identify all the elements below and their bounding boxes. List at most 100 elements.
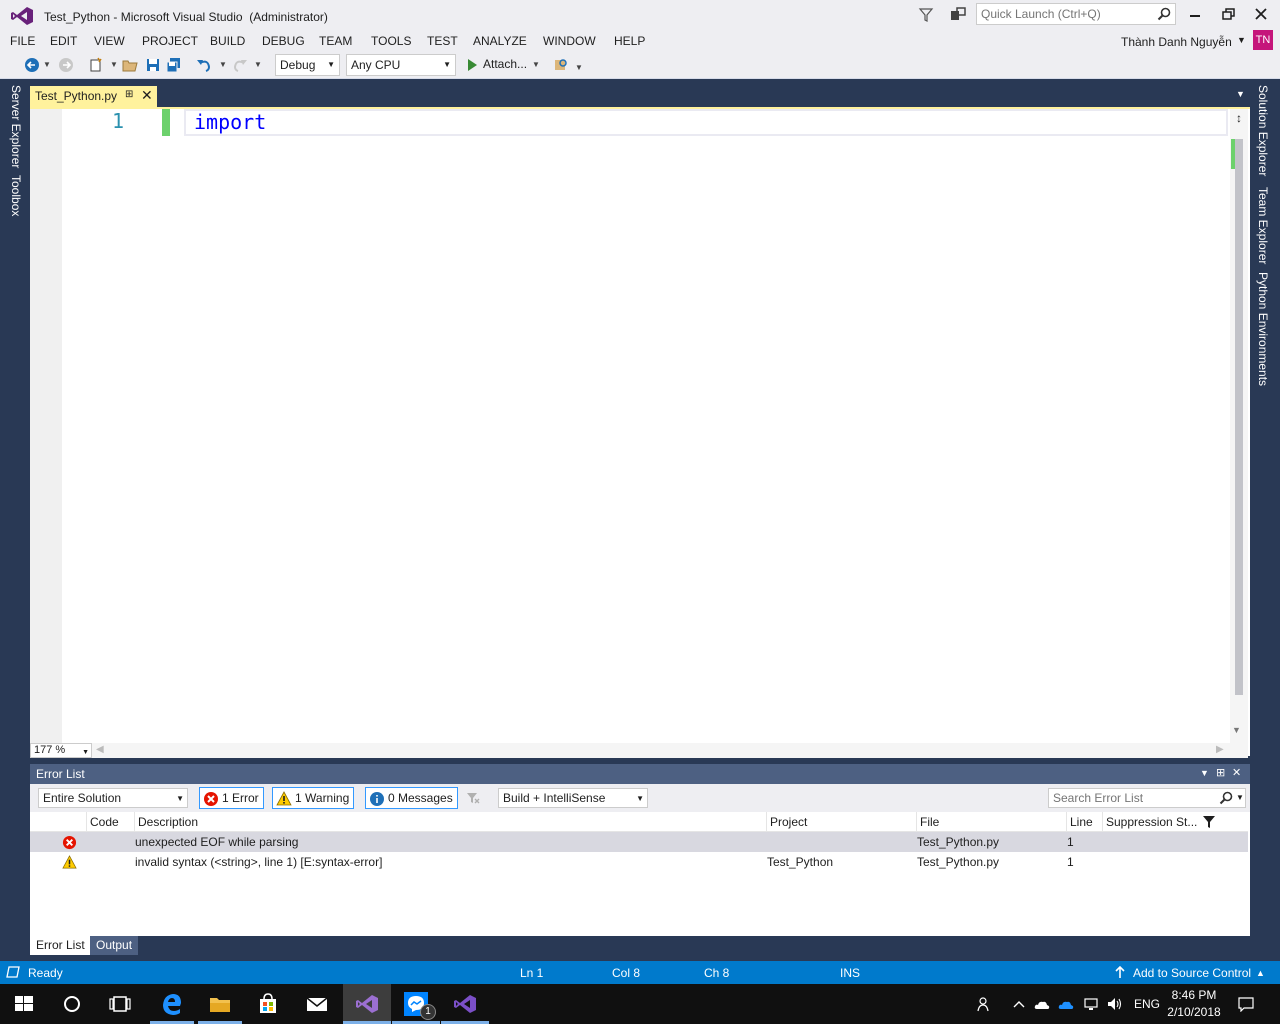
onedrive-business-icon[interactable] (1058, 996, 1074, 1012)
attach-button[interactable]: Attach... (483, 57, 527, 71)
file-explorer-icon[interactable] (208, 992, 232, 1016)
solution-platform-select[interactable]: Any CPU ▼ (346, 54, 456, 76)
navigate-forward-icon[interactable] (58, 57, 74, 73)
cortana-search-icon[interactable] (60, 992, 84, 1016)
start-play-icon[interactable] (464, 57, 480, 73)
visual-studio-icon[interactable] (453, 992, 477, 1016)
onedrive-icon[interactable] (1034, 996, 1050, 1012)
feedback-icon[interactable] (949, 6, 967, 24)
error-list-search-input[interactable] (1049, 789, 1209, 807)
undo-icon[interactable] (196, 57, 212, 73)
new-project-icon[interactable] (88, 57, 104, 73)
python-environments-tab[interactable]: Python Environments (1256, 272, 1270, 386)
clear-filter-icon[interactable] (466, 791, 480, 805)
solution-configuration-select[interactable]: Debug ▼ (275, 54, 340, 76)
find-in-files-icon[interactable] (553, 57, 569, 73)
task-view-icon[interactable] (108, 992, 132, 1016)
column-description[interactable]: Description (134, 812, 766, 832)
avatar[interactable]: TN (1253, 30, 1273, 50)
tab-error-list[interactable]: Error List (30, 936, 91, 955)
toolbar-overflow-icon[interactable]: ▼ (575, 63, 583, 72)
close-icon[interactable] (1252, 6, 1270, 22)
server-explorer-tab[interactable]: Server Explorer (9, 85, 23, 168)
column-code[interactable]: Code (86, 812, 134, 832)
restore-icon[interactable] (1220, 6, 1238, 22)
clock-time[interactable]: 8:46 PM (1166, 988, 1222, 1002)
menu-file[interactable]: FILE (10, 34, 35, 48)
chevron-down-icon[interactable]: ▼ (532, 60, 540, 69)
search-icon[interactable] (1219, 791, 1233, 805)
search-icon[interactable] (1157, 7, 1171, 21)
menu-tools[interactable]: TOOLS (371, 34, 411, 48)
chevron-down-icon[interactable]: ▼ (1236, 793, 1244, 802)
horizontal-scrollbar[interactable]: 177 % ▼ ◀ ▶ (30, 743, 1248, 758)
menu-project[interactable]: PROJECT (142, 34, 198, 48)
solution-explorer-tab[interactable]: Solution Explorer (1256, 85, 1270, 176)
menu-view[interactable]: VIEW (94, 34, 125, 48)
messages-filter-button[interactable]: 0 Messages (365, 787, 458, 809)
network-icon[interactable] (1083, 996, 1099, 1012)
edge-browser-icon[interactable] (160, 992, 184, 1016)
table-row[interactable]: invalid syntax (<string>, line 1) [E:syn… (30, 852, 1248, 872)
chevron-down-icon[interactable]: ▼ (1237, 35, 1246, 45)
menu-edit[interactable]: EDIT (50, 34, 77, 48)
column-file[interactable]: File (916, 812, 1066, 832)
zoom-select[interactable]: 177 % ▼ (30, 743, 92, 758)
source-select[interactable]: Build + IntelliSense ▼ (498, 788, 648, 808)
pin-icon[interactable]: ⊞ (1216, 766, 1225, 779)
code-line[interactable]: import (194, 109, 266, 135)
people-icon[interactable] (976, 996, 992, 1012)
close-icon[interactable]: ✕ (1232, 766, 1241, 779)
error-list-search[interactable]: ▼ (1048, 788, 1246, 808)
notification-flag-icon[interactable] (917, 6, 935, 24)
store-icon[interactable] (256, 992, 280, 1016)
navigate-back-icon[interactable] (24, 57, 40, 73)
close-icon[interactable]: ✕ (141, 87, 153, 104)
open-folder-icon[interactable] (122, 57, 138, 73)
redo-icon[interactable] (232, 57, 248, 73)
minimize-icon[interactable] (1186, 6, 1204, 22)
chevron-up-icon[interactable] (1011, 996, 1027, 1012)
scroll-right-icon[interactable]: ▶ (1216, 744, 1224, 755)
split-editor-icon[interactable]: ↕ (1230, 109, 1248, 127)
tab-output[interactable]: Output (90, 936, 139, 955)
chevron-down-icon[interactable]: ▼ (110, 60, 118, 69)
save-all-icon[interactable] (166, 57, 182, 73)
code-editor[interactable]: 1 import ↕ ▼ 177 % ▼ ◀ ▶ (30, 107, 1250, 758)
menu-build[interactable]: BUILD (210, 34, 245, 48)
window-position-icon[interactable]: ▼ (1200, 768, 1209, 778)
document-dropdown-icon[interactable]: ▼ (1236, 89, 1245, 99)
quick-launch-box[interactable] (976, 3, 1176, 25)
mail-icon[interactable] (305, 992, 329, 1016)
chevron-down-icon[interactable]: ▼ (254, 60, 262, 69)
filter-icon[interactable] (1202, 815, 1216, 829)
user-name[interactable]: Thành Danh Nguyễn (1121, 35, 1232, 49)
toolbox-tab[interactable]: Toolbox (9, 175, 23, 216)
table-row[interactable]: unexpected EOF while parsing Test_Python… (30, 832, 1248, 852)
visual-studio-icon[interactable] (355, 992, 379, 1016)
windows-start-icon[interactable] (12, 992, 36, 1016)
clock-date[interactable]: 2/10/2018 (1166, 1005, 1222, 1019)
chevron-up-icon[interactable]: ▲ (1256, 968, 1265, 978)
menu-analyze[interactable]: ANALYZE (473, 34, 527, 48)
column-line[interactable]: Line (1066, 812, 1102, 832)
errors-filter-button[interactable]: 1 Error (199, 787, 264, 809)
arrow-up-icon[interactable] (1114, 966, 1126, 979)
add-to-source-control-button[interactable]: Add to Source Control (1133, 966, 1251, 980)
chevron-down-icon[interactable]: ▼ (43, 60, 51, 69)
pin-icon[interactable]: ⊞ (125, 89, 133, 100)
save-icon[interactable] (145, 57, 161, 73)
scope-select[interactable]: Entire Solution ▼ (38, 788, 188, 808)
scroll-down-icon[interactable]: ▼ (1232, 725, 1241, 735)
quick-launch-input[interactable] (977, 4, 1152, 24)
menu-debug[interactable]: DEBUG (262, 34, 305, 48)
warnings-filter-button[interactable]: 1 Warning (272, 787, 355, 809)
column-project[interactable]: Project (766, 812, 916, 832)
menu-test[interactable]: TEST (427, 34, 458, 48)
team-explorer-tab[interactable]: Team Explorer (1256, 187, 1270, 264)
action-center-icon[interactable] (1238, 996, 1254, 1012)
volume-icon[interactable] (1106, 996, 1122, 1012)
vertical-scroll-thumb[interactable] (1235, 139, 1243, 695)
scroll-left-icon[interactable]: ◀ (96, 744, 104, 755)
tab-test-python[interactable]: Test_Python.py ⊞ ✕ (30, 86, 157, 107)
